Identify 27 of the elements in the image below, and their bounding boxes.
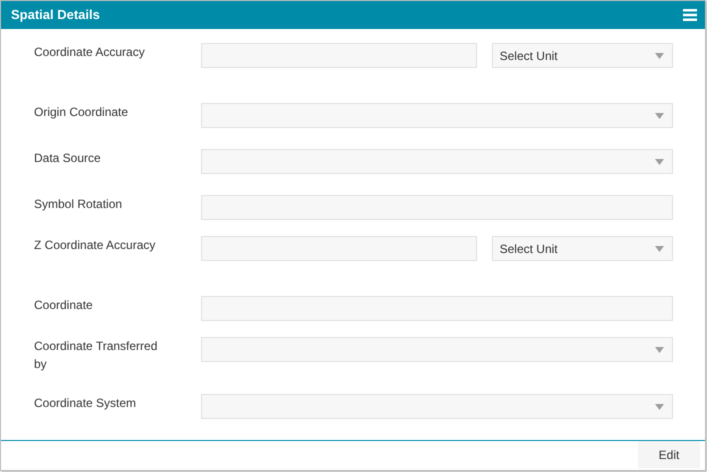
- dropdown-caret-icon: [655, 346, 664, 353]
- field-label: Coordinate System: [34, 395, 138, 412]
- dropdown-field[interactable]: [200, 103, 673, 128]
- dropdown-caret-icon: [655, 158, 664, 165]
- input-field[interactable]: [200, 296, 673, 322]
- field-label: Coordinate: [34, 297, 94, 314]
- dropdown-field[interactable]: [200, 149, 673, 174]
- field-label: Coordinate Transferred by: [34, 338, 158, 374]
- dropdown-field[interactable]: [200, 337, 673, 362]
- dropdown-caret-icon: [655, 404, 664, 410]
- dropdown-caret-icon: [655, 112, 664, 119]
- dropdown-caret-icon: [655, 52, 664, 59]
- unit-dropdown[interactable]: Select Unit: [492, 43, 673, 68]
- field-label: Origin Coordinate: [34, 104, 130, 122]
- field-label: Symbol Rotation: [34, 196, 124, 214]
- field-label: Coordinate Accuracy: [34, 44, 146, 62]
- panel-title: Spatial Details: [11, 6, 100, 24]
- dropdown-caret-icon: [655, 246, 664, 252]
- field-label: Z Coordinate Accuracy: [34, 237, 156, 254]
- input-field[interactable]: [200, 43, 477, 68]
- dropdown-field[interactable]: [200, 394, 673, 420]
- edit-button[interactable]: Edit: [638, 441, 700, 468]
- menu-icon[interactable]: [683, 9, 697, 21]
- input-field[interactable]: [200, 236, 477, 262]
- field-label: Data Source: [34, 150, 102, 168]
- unit-dropdown[interactable]: Select Unit: [492, 236, 673, 262]
- input-field[interactable]: [200, 195, 673, 220]
